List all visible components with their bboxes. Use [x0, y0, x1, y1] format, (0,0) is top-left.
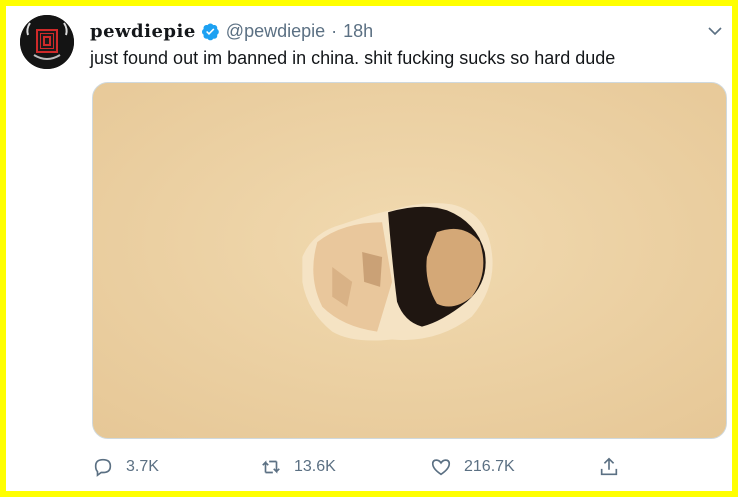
tweet-image[interactable] — [92, 82, 727, 439]
reply-icon — [94, 458, 112, 477]
avatar[interactable] — [20, 15, 74, 69]
heart-icon — [431, 459, 451, 476]
tweet-card: pewdiepie @pewdiepie · 18h just found ou… — [6, 6, 732, 491]
tweet-text: just found out im banned in china. shit … — [90, 48, 616, 68]
chevron-down-icon[interactable] — [706, 22, 724, 40]
share-button[interactable] — [598, 456, 632, 478]
timestamp[interactable]: 18h — [343, 21, 373, 42]
tweet-header: pewdiepie @pewdiepie · 18h — [90, 20, 722, 42]
hole-in-wall-image — [93, 83, 726, 438]
share-icon — [600, 457, 618, 476]
reply-count: 3.7K — [126, 458, 159, 475]
user-handle[interactable]: @pewdiepie — [226, 21, 325, 42]
retweet-button[interactable]: 13.6K — [260, 456, 336, 478]
like-count: 216.7K — [464, 458, 515, 475]
retweet-icon — [262, 460, 280, 474]
avatar-icon — [20, 15, 74, 69]
retweet-count: 13.6K — [294, 458, 336, 475]
separator-dot: · — [331, 20, 338, 41]
reply-button[interactable]: 3.7K — [92, 456, 159, 478]
display-name[interactable]: pewdiepie — [90, 21, 196, 42]
like-button[interactable]: 216.7K — [430, 456, 515, 478]
tweet-actions: 3.7K 13.6K 216.7K — [90, 456, 650, 482]
verified-badge-icon — [201, 22, 219, 40]
